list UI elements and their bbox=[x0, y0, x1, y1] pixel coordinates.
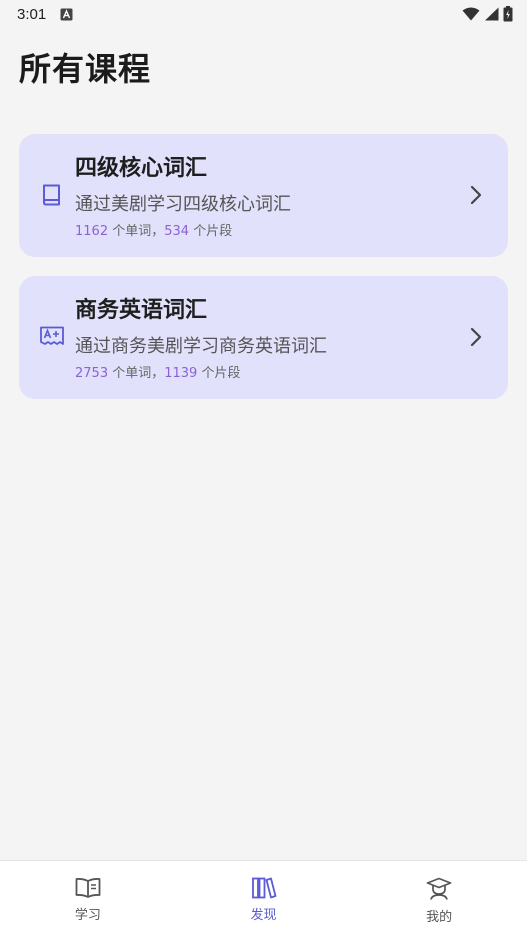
course-stats: 2753 个单词，1139 个片段 bbox=[75, 362, 240, 381]
battery-icon bbox=[503, 6, 513, 22]
word-count: 2753 bbox=[75, 366, 109, 381]
nav-item-study[interactable]: 学习 bbox=[0, 861, 176, 938]
word-unit: 个单词， bbox=[108, 366, 165, 381]
course-card-cet4[interactable]: 四级核心词汇 通过美剧学习四级核心词汇 1162 个单词，534 个片段 bbox=[19, 134, 508, 257]
book-icon bbox=[39, 182, 65, 208]
signal-icon bbox=[484, 7, 499, 21]
graduate-icon bbox=[426, 877, 452, 901]
wifi-icon bbox=[462, 7, 480, 21]
chevron-right-icon bbox=[468, 325, 484, 349]
grade-a-plus-icon bbox=[39, 324, 65, 350]
keyboard-a-icon bbox=[60, 8, 73, 21]
word-unit: 个单词， bbox=[108, 224, 165, 239]
books-icon bbox=[251, 877, 277, 899]
open-book-icon bbox=[75, 877, 101, 899]
clip-count: 1139 bbox=[164, 366, 198, 381]
word-count: 1162 bbox=[75, 224, 109, 239]
nav-label: 我的 bbox=[426, 910, 453, 925]
clip-unit: 个片段 bbox=[189, 224, 233, 239]
course-description: 通过美剧学习四级核心词汇 bbox=[75, 194, 291, 215]
bottom-nav: 学习 发现 我的 bbox=[0, 860, 527, 938]
course-stats: 1162 个单词，534 个片段 bbox=[75, 220, 232, 239]
clip-count: 534 bbox=[164, 224, 190, 239]
status-bar: 3:01 bbox=[0, 0, 527, 28]
page-title: 所有课程 bbox=[19, 50, 152, 88]
status-time: 3:01 bbox=[17, 5, 47, 23]
nav-item-profile[interactable]: 我的 bbox=[351, 861, 527, 938]
course-card-business-english[interactable]: 商务英语词汇 通过商务美剧学习商务英语词汇 2753 个单词，1139 个片段 bbox=[19, 276, 508, 399]
course-name: 商务英语词汇 bbox=[75, 298, 208, 323]
nav-label: 学习 bbox=[74, 908, 101, 923]
course-name: 四级核心词汇 bbox=[75, 156, 208, 181]
clip-unit: 个片段 bbox=[197, 366, 241, 381]
chevron-right-icon bbox=[468, 183, 484, 207]
screen: 3:01 所有课程 四级核心词汇 通过美剧学习四级核心词汇 1162 个单词，5… bbox=[0, 0, 527, 938]
nav-label: 发现 bbox=[250, 908, 277, 923]
status-right bbox=[462, 6, 513, 22]
nav-item-discover[interactable]: 发现 bbox=[176, 861, 352, 938]
status-left: 3:01 bbox=[17, 6, 73, 23]
course-list: 四级核心词汇 通过美剧学习四级核心词汇 1162 个单词，534 个片段 商务英… bbox=[19, 134, 508, 418]
course-description: 通过商务美剧学习商务英语词汇 bbox=[75, 336, 327, 357]
